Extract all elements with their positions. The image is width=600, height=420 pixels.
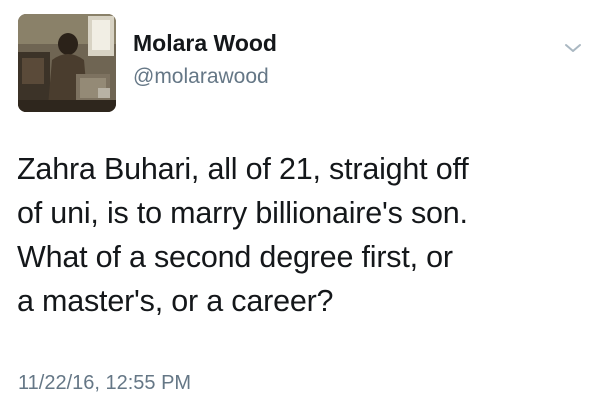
tweet-text: Zahra Buhari, all of 21, straight off of… xyxy=(17,152,469,318)
tweet-card: Molara Wood @molarawood Zahra Buhari, al… xyxy=(0,0,600,420)
avatar[interactable] xyxy=(18,14,116,112)
tweet-menu-button[interactable] xyxy=(561,38,585,58)
author-handle[interactable]: @molarawood xyxy=(133,65,269,89)
chevron-down-icon xyxy=(565,44,581,52)
tweet-timestamp[interactable]: 11/22/16, 12:55 PM xyxy=(18,372,191,395)
user-photo-avatar-icon xyxy=(18,14,116,112)
author-display-name[interactable]: Molara Wood xyxy=(133,30,277,57)
